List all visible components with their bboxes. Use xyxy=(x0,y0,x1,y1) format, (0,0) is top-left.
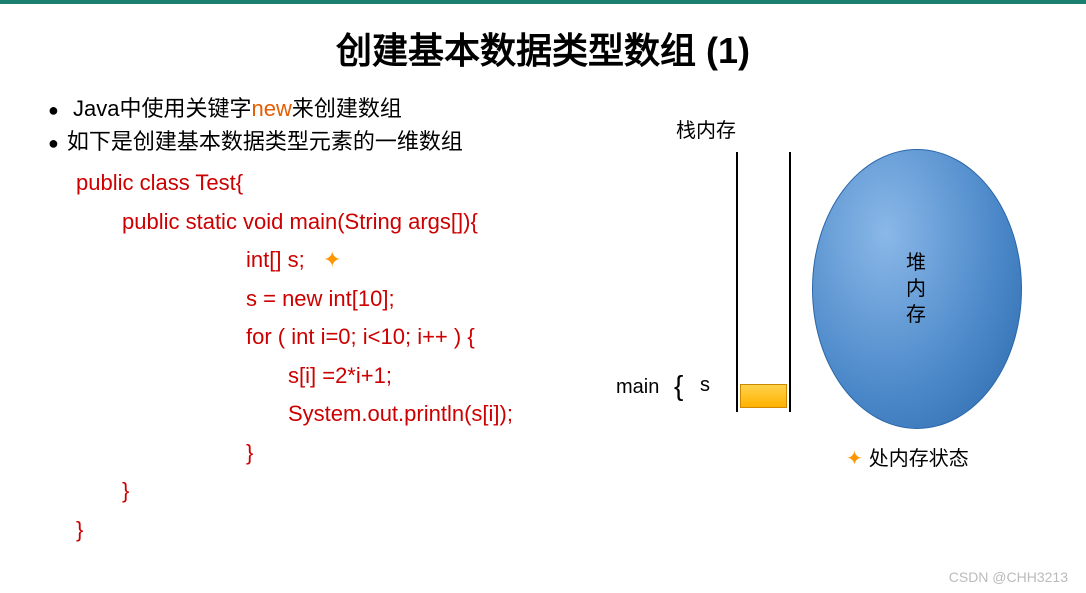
code-int-decl: int[] s; xyxy=(246,247,305,272)
stack-label: 栈内存 xyxy=(676,114,736,143)
legend: ✦ 处内存状态 xyxy=(846,442,969,471)
stack-border-left xyxy=(736,152,738,412)
var-s-label: s xyxy=(700,374,710,397)
legend-star-icon: ✦ xyxy=(846,448,863,470)
heap-oval: 堆内存 xyxy=(812,149,1022,429)
star-icon: ✦ xyxy=(323,241,341,280)
page-title: 创建基本数据类型数组 (1) xyxy=(0,22,1086,74)
keyword-new: new xyxy=(251,96,291,121)
legend-text: 处内存状态 xyxy=(869,448,969,470)
stack-var-box xyxy=(740,384,787,408)
stack-border-right xyxy=(789,152,791,412)
watermark-csdn: CSDN @CHH3213 xyxy=(949,569,1068,585)
bullet1-text-before: Java中使用关键字 xyxy=(73,96,251,121)
code-line-10: } xyxy=(76,511,1086,550)
heap-label: 堆内存 xyxy=(906,250,928,328)
main-label: main xyxy=(616,376,659,399)
bullet1-text-after: 来创建数组 xyxy=(292,96,402,121)
stack-container xyxy=(736,152,791,412)
brace-icon: { xyxy=(674,370,683,402)
memory-diagram: 栈内存 main { s 堆内存 ✦处内存状态 xyxy=(626,114,1056,494)
